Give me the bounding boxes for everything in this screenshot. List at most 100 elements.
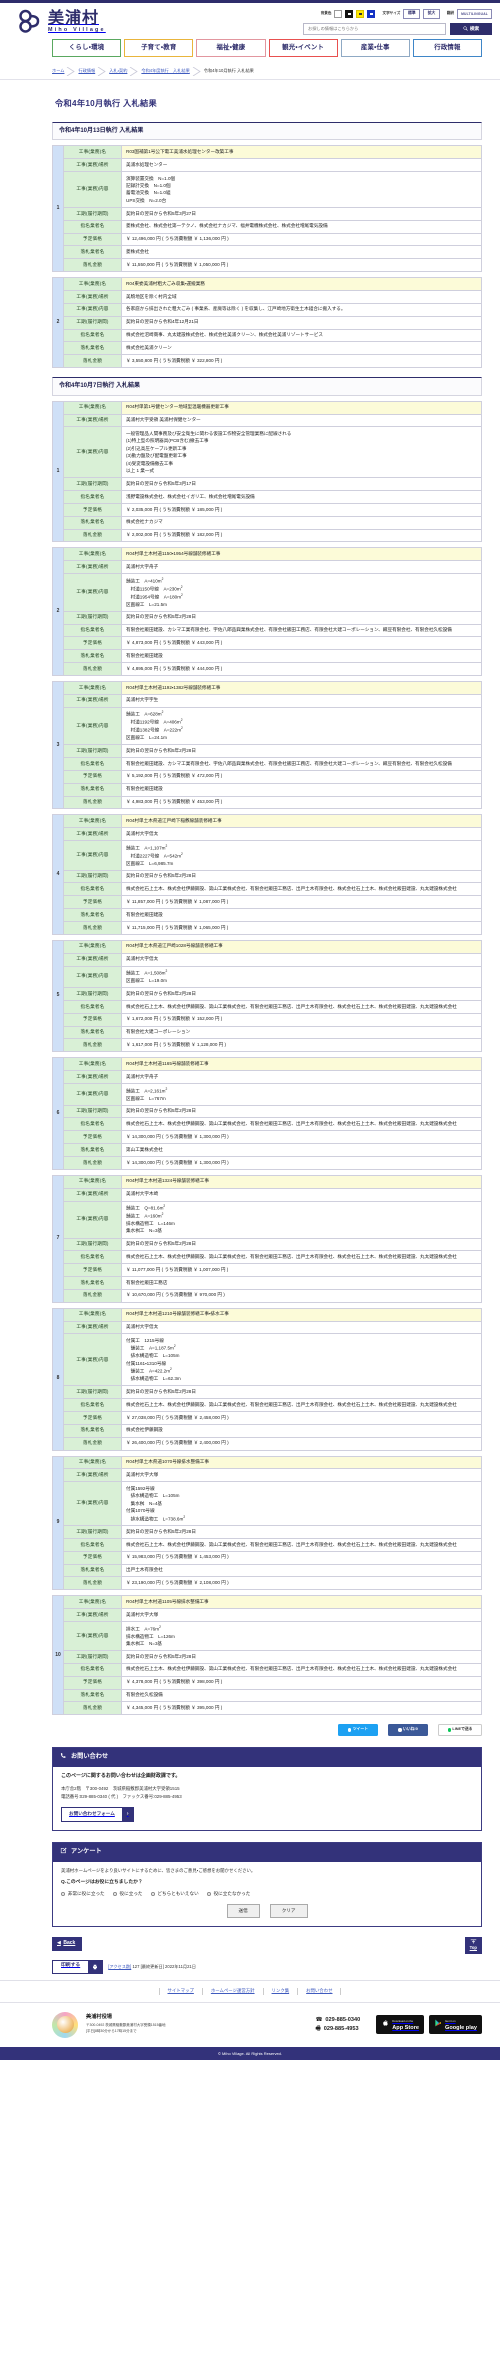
access-count-label[interactable]: [アクセス数] xyxy=(108,1964,131,1969)
row-value-amount: ￥ 14,300,000 円 ( うち消費税額 ￥ 1,300,000 円 ) xyxy=(121,1155,482,1170)
bgcolor-black-button[interactable] xyxy=(345,10,354,19)
row-label-winner: 落札業者名 xyxy=(63,1423,122,1438)
row-label-amount: 落札金額 xyxy=(63,1288,122,1303)
survey-clear-button[interactable]: クリア xyxy=(269,1904,308,1918)
survey-panel-title: アンケート xyxy=(71,1848,102,1856)
bgcolor-white-button[interactable] xyxy=(334,10,343,19)
footer-link-2[interactable]: リンク集 xyxy=(262,1988,298,1995)
gnav-item-1[interactable]: 子育て・教育 xyxy=(124,38,194,58)
page-root: 美浦村 Miho Village 背景色 文字サイズ 標準 拡大 翻訳 MULT… xyxy=(0,0,500,2061)
breadcrumb-item-1[interactable]: 行政情報 xyxy=(78,68,95,74)
table-row: 落札業者名 株式会社美浦クリーン xyxy=(53,341,482,356)
gnav-item-2[interactable]: 福祉・健康 xyxy=(196,38,266,58)
table-row: 指名業者名 株式会社石上土木、株式会社伊藤鋼設、第山工業株式会社、有限会社飯田工務… xyxy=(53,1398,482,1412)
twitter-share-button[interactable]: ツイート xyxy=(338,1724,378,1737)
row-value-amount: ￥ 11,550,000 円 ( うち消費税額 ￥ 1,050,000 円 ) xyxy=(121,258,482,273)
breadcrumb-item-3[interactable]: 令和4年度執行 入札結果 xyxy=(141,68,189,74)
row-label-name: 工事(業務)名 xyxy=(63,1307,122,1322)
global-navigation: くらし・環境 子育て・教育 福祉・健康 観光・イベント 産業・仕事 行政情報 xyxy=(0,35,500,62)
table-row: 予定価格 ￥ 11,077,000 円 ( うち消費税額 ￥ 1,007,000 … xyxy=(53,1263,482,1278)
table-row: 落札金額 ￥ 11,715,000 円 ( うち消費税額 ￥ 1,065,000 … xyxy=(53,920,482,935)
breadcrumb-item-2[interactable]: 入札・契約 xyxy=(109,68,127,74)
contact-panel: お問い合わせ このページに関するお問い合わせは企画財政課です。 本庁舎2階 〒3… xyxy=(52,1747,482,1832)
table-row: 工事(業務)場所 美浦村大字信太 xyxy=(53,952,482,967)
row-label-name: 工事(業務)名 xyxy=(63,680,122,695)
line-share-button[interactable]: LINEで送る xyxy=(438,1724,482,1737)
gnav-item-0[interactable]: くらし・環境 xyxy=(52,38,122,58)
bgcolor-blue-button[interactable] xyxy=(367,10,376,19)
app-store-small: Download on the xyxy=(392,2018,414,2023)
row-label-name: 工事(業務)名 xyxy=(63,1057,122,1072)
gnav-item-5[interactable]: 行政情報 xyxy=(412,38,483,58)
radio-icon[interactable] xyxy=(206,1891,212,1897)
row-label-content: 工事(業務)内容 xyxy=(63,302,122,317)
fontsize-large-button[interactable]: 拡大 xyxy=(423,9,440,20)
radio-icon[interactable] xyxy=(61,1891,66,1897)
row-value-winner: 有限会社久松設備 xyxy=(121,1688,482,1703)
row-label-place: 工事(業務)場所 xyxy=(63,1320,122,1335)
google-play-icon xyxy=(434,2019,442,2031)
table-row: 落札業者名 有限会社大建コーポレーション xyxy=(53,1025,482,1040)
contact-tel-fax: 電話番号:029-885-0340 ( 代 ) ファックス番号:029-885-… xyxy=(61,1794,182,1800)
table-row: 予定価格 ￥ 2,035,000 円 ( うち消費税額 ￥ 185,000 円 ) xyxy=(53,502,482,517)
row-value-name: R04村単土木村道1105号線排水整備工事 xyxy=(121,1595,482,1610)
row-value-winner: 有限会社飯田建設 xyxy=(121,649,482,664)
breadcrumb: ホーム 行政情報 入札・契約 令和4年度執行 入札結果 令和4年10月執行 入札結果 xyxy=(0,62,500,81)
fontsize-standard-button[interactable]: 標準 xyxy=(403,9,421,20)
row-label-amount: 落札金額 xyxy=(63,258,122,273)
row-value-bidders: 株式会社石上土木、株式会社伊藤鋼設、第山工業株式会社、有限会社飯田工務店、出戸土… xyxy=(121,1117,482,1132)
bgcolor-label: 背景色 xyxy=(320,11,332,16)
bgcolor-yellow-button[interactable] xyxy=(356,10,365,19)
breadcrumb-item-0[interactable]: ホーム xyxy=(52,68,64,74)
bid-record-table: 7 工事(業務)名 R04村単土木村道1324号線舗装修繕工事 工事(業務)場所 美浦村… xyxy=(52,1174,482,1303)
row-label-estimate: 予定価格 xyxy=(63,502,122,517)
site-logo[interactable]: 美浦村 Miho Village xyxy=(18,8,106,34)
page-top-button[interactable]: Top xyxy=(464,1936,482,1954)
table-row: 落札業者名 有限会社飯田建設 xyxy=(53,782,482,797)
gnav-item-3[interactable]: 観光・イベント xyxy=(268,38,338,58)
row-label-content: 工事(業務)内容 xyxy=(63,1333,122,1387)
survey-option-3[interactable]: 役に立たなかった xyxy=(206,1891,250,1898)
row-value-bidders: 浅野電設株式会社、株式会社イガリ工、株式会社増尾電気設備 xyxy=(121,490,482,504)
table-row: 落札業者名 有限会社飯田建設 xyxy=(53,908,482,922)
telephone-icon: ☎ xyxy=(315,2017,323,2024)
app-store-badge[interactable]: Download on the App Store xyxy=(376,2015,424,2034)
print-button[interactable]: 印刷する xyxy=(52,1959,104,1975)
row-label-period: 工期(履行期間) xyxy=(63,206,122,221)
row-label-winner: 落札業者名 xyxy=(63,649,122,664)
row-value-amount: ￥ 4,345,000 円 ( うち消費税額 ￥ 395,000 円 ) xyxy=(121,1701,482,1716)
record-number: 2 xyxy=(52,547,64,676)
survey-option-0[interactable]: 非常に役に立った xyxy=(61,1891,105,1898)
row-label-winner: 落札業者名 xyxy=(63,341,122,356)
survey-option-1[interactable]: 役に立った xyxy=(112,1891,143,1898)
row-label-winner: 落札業者名 xyxy=(63,1563,122,1578)
radio-icon[interactable] xyxy=(150,1891,155,1897)
footer-link-0[interactable]: サイトマップ xyxy=(158,1988,202,1995)
multilingual-button[interactable]: MULTILINGUAL xyxy=(457,9,492,19)
contact-form-button[interactable]: お問い合わせフォーム › xyxy=(61,1807,135,1823)
radio-icon[interactable] xyxy=(112,1891,118,1897)
row-value-place: 美駒地区を除く村内全域 xyxy=(121,290,482,304)
bid-record-table: 3 工事(業務)名 R04村単土木村道1192・1382号線舗装修繕工事 工事(業務)… xyxy=(52,680,482,810)
search-input[interactable] xyxy=(303,22,446,35)
footer-link-1[interactable]: ホームページ運営方針 xyxy=(201,1988,263,1995)
survey-submit-button[interactable]: 送信 xyxy=(226,1904,260,1918)
google-play-badge[interactable]: Get it on Google play xyxy=(428,2015,482,2034)
gnav-item-4[interactable]: 産業・仕事 xyxy=(340,38,410,58)
row-label-period: 工期(履行期間) xyxy=(63,477,122,492)
table-row: 10 工事(業務)名 R04村単土木村道1105号線排水整備工事 xyxy=(52,1595,482,1716)
row-value-name: R04村単土木県道江戸崎1028号線舗装修繕工事 xyxy=(121,939,482,954)
record-number: 2 xyxy=(52,277,64,369)
row-value-bidders: 菱株式会社、株式会社第一テクノ、株式会社ナカジマ、福井電機株式会社、株式会社増尾… xyxy=(121,219,482,234)
search-button[interactable]: 検索 xyxy=(450,22,492,35)
footer-link-3[interactable]: お問い合わせ xyxy=(297,1988,342,1995)
footer-main: 美浦村役場 〒300-0492 茨城県稲敷郡美浦村大字受領1515番地 [平日]… xyxy=(0,2003,500,2047)
back-button[interactable]: ◀ Back xyxy=(52,1936,83,1952)
row-label-place: 工事(業務)場所 xyxy=(63,290,122,304)
row-label-estimate: 予定価格 xyxy=(63,1012,122,1027)
row-label-bidders: 指名業者名 xyxy=(63,1250,122,1265)
table-row: 工事(業務)内容 各家庭から排出された粗大ごみ ( 事業系、産廃等は除く ) を収… xyxy=(53,302,482,317)
facebook-like-button[interactable]: いいね!0 xyxy=(388,1724,428,1737)
row-value-bidders: 株式会社石上土木、株式会社伊藤鋼設、第山工業株式会社、有限会社飯田工務店、出戸土… xyxy=(121,1398,482,1412)
survey-option-2[interactable]: どちらともいえない xyxy=(150,1891,199,1898)
